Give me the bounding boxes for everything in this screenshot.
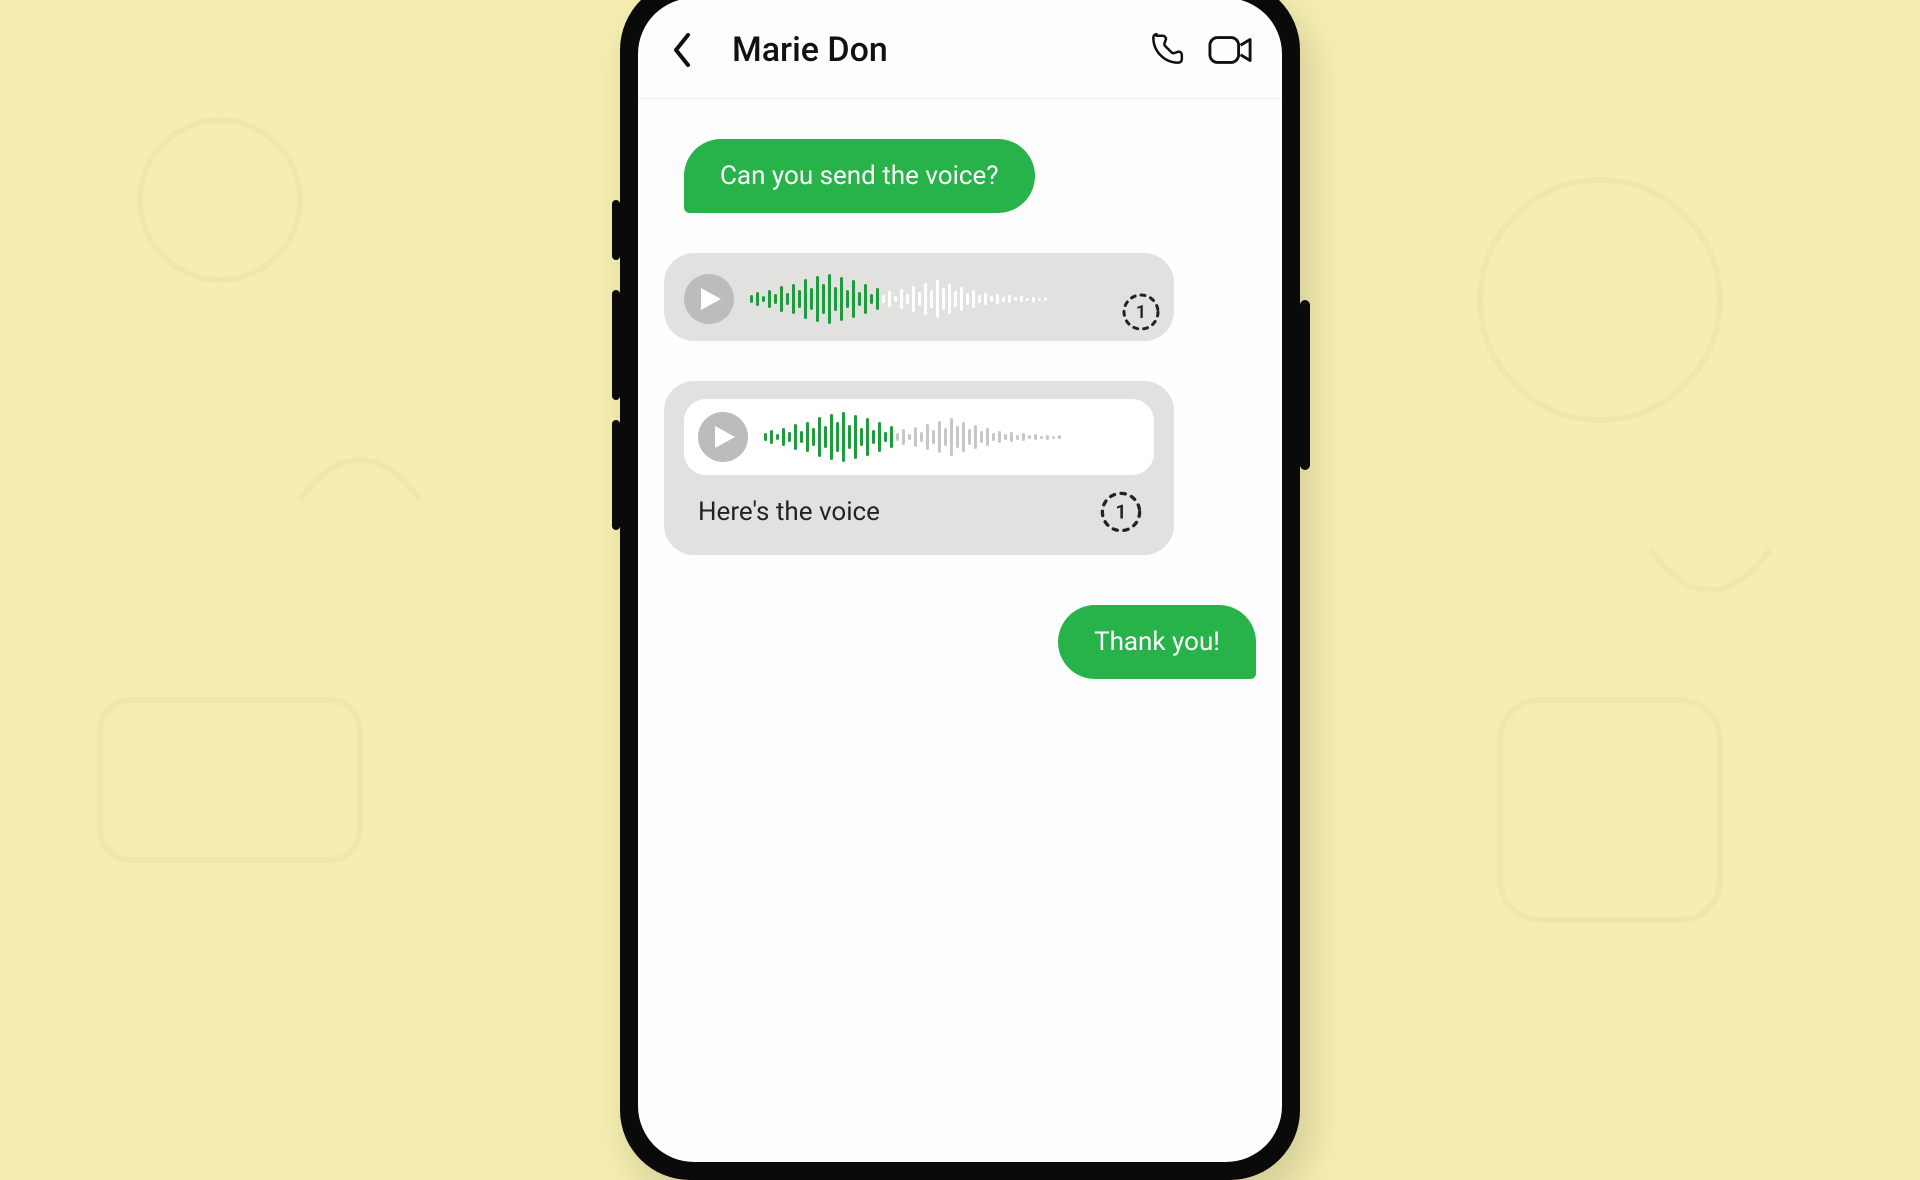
phone-volume-up bbox=[612, 290, 620, 400]
message-sent-text[interactable]: Thank you! bbox=[1058, 605, 1256, 679]
message-text: Thank you! bbox=[1094, 627, 1220, 657]
video-icon bbox=[1208, 33, 1252, 67]
view-once-badge[interactable]: 1 bbox=[1098, 489, 1144, 535]
chevron-left-icon bbox=[672, 33, 692, 67]
video-call-button[interactable] bbox=[1208, 28, 1252, 72]
phone-frame: Marie Don Can you send the voice? bbox=[620, 0, 1300, 1180]
waveform[interactable] bbox=[750, 271, 1154, 327]
message-sent-text[interactable]: Can you send the voice? bbox=[684, 139, 1035, 213]
svg-text:1: 1 bbox=[1136, 302, 1146, 323]
view-once-badge[interactable]: 1 bbox=[1118, 289, 1164, 335]
voice-caption-text: Here's the voice bbox=[698, 497, 880, 527]
phone-icon bbox=[1147, 31, 1185, 69]
play-button[interactable] bbox=[684, 274, 734, 324]
play-icon bbox=[701, 288, 721, 310]
message-received-voice-caption[interactable]: Here's the voice 1 bbox=[664, 381, 1174, 555]
back-button[interactable] bbox=[662, 30, 702, 70]
waveform[interactable] bbox=[764, 409, 1140, 465]
view-once-icon: 1 bbox=[1098, 489, 1144, 535]
view-once-icon: 1 bbox=[1120, 291, 1162, 333]
message-received-voice[interactable]: 1 bbox=[664, 253, 1174, 341]
voice-player bbox=[684, 399, 1154, 475]
phone-side-button bbox=[612, 200, 620, 260]
phone-power-button bbox=[1300, 300, 1310, 470]
chat-header: Marie Don bbox=[638, 0, 1282, 99]
contact-name[interactable]: Marie Don bbox=[732, 30, 1124, 70]
svg-text:1: 1 bbox=[1115, 501, 1126, 524]
voice-caption-row: Here's the voice 1 bbox=[684, 475, 1154, 541]
chat-messages: Can you send the voice? 1 bbox=[638, 99, 1282, 1162]
voice-player bbox=[684, 271, 1154, 327]
play-button[interactable] bbox=[698, 412, 748, 462]
message-text: Can you send the voice? bbox=[720, 161, 999, 191]
phone-screen: Marie Don Can you send the voice? bbox=[638, 0, 1282, 1162]
voice-call-button[interactable] bbox=[1144, 28, 1188, 72]
phone-volume-down bbox=[612, 420, 620, 530]
play-icon bbox=[715, 426, 735, 448]
